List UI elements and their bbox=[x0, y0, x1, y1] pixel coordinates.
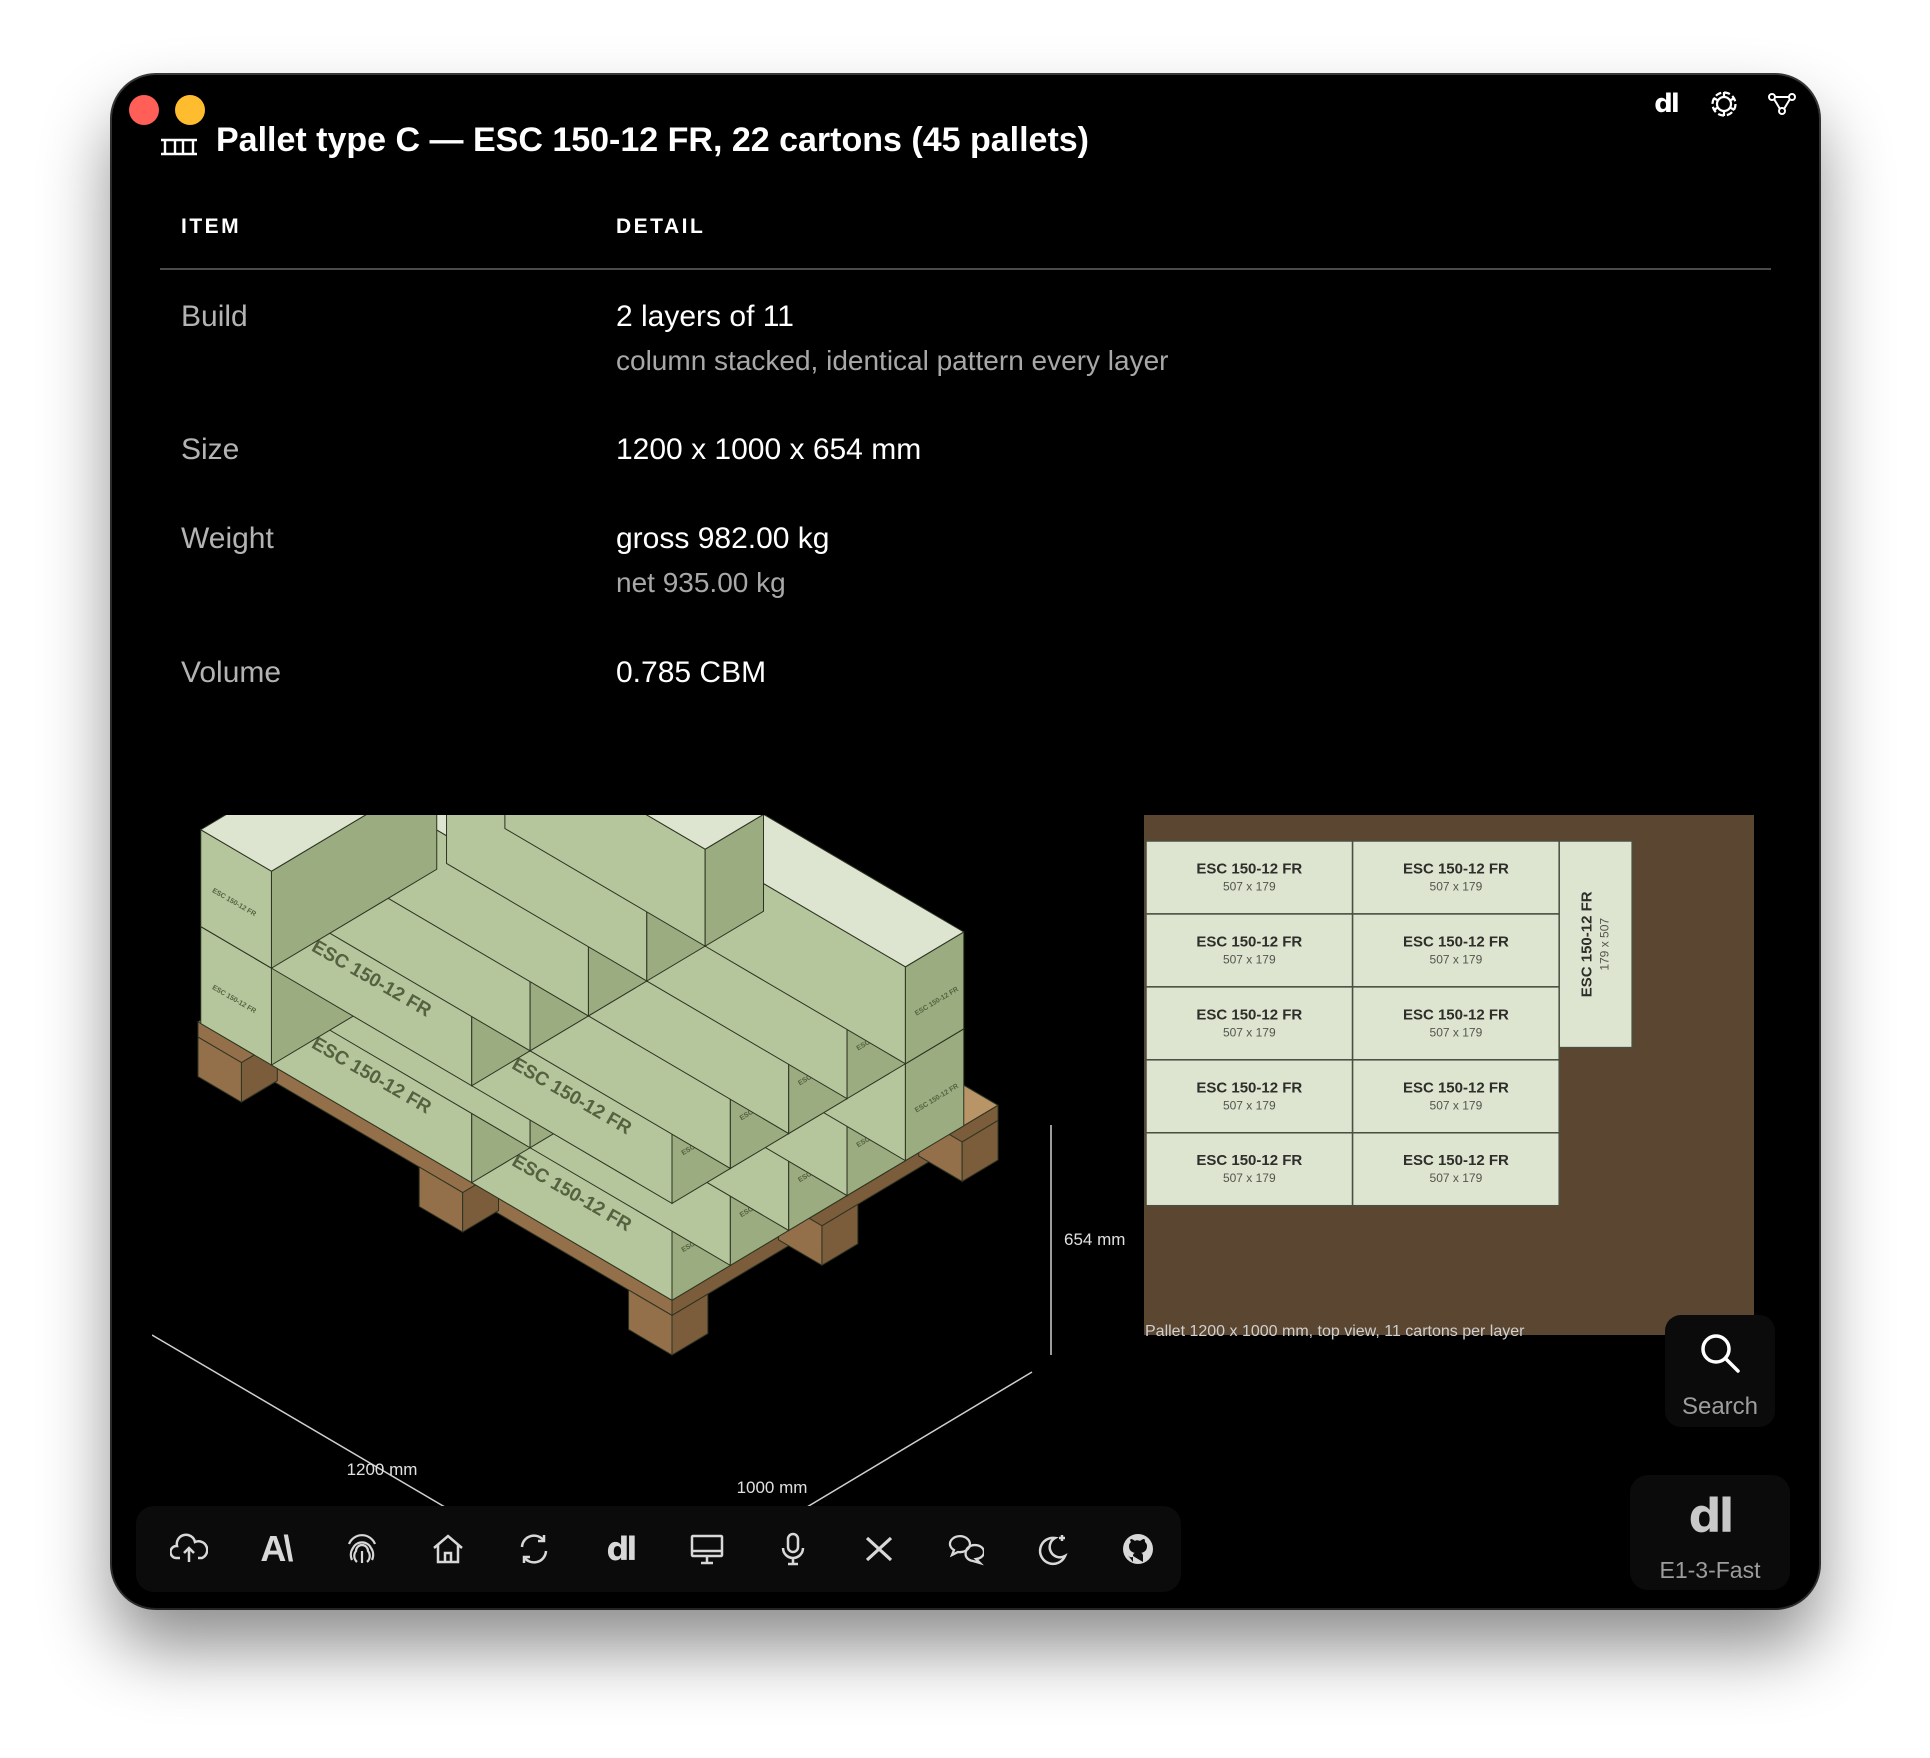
length-label: 1200 mm bbox=[347, 1460, 418, 1479]
openai-icon[interactable] bbox=[1709, 89, 1739, 119]
monitor-icon[interactable] bbox=[664, 1506, 750, 1592]
top-view-carton: ESC 150-12 FR 507 x 179 bbox=[1351, 913, 1560, 988]
row-label: Weight bbox=[181, 522, 274, 555]
title-row: Pallet type C — ESC 150-12 FR, 22 carton… bbox=[160, 120, 1089, 160]
row-label: Build bbox=[181, 300, 248, 333]
anthropic-icon[interactable]: A\ bbox=[232, 1506, 318, 1592]
github-icon[interactable] bbox=[1095, 1506, 1181, 1592]
row-subvalue: column stacked, identical pattern every … bbox=[616, 345, 1169, 376]
row-value: gross 982.00 kg bbox=[616, 522, 830, 555]
carton-label: ESC 150-12 FR bbox=[1403, 1079, 1509, 1096]
top-view-carton: ESC 150-12 FR 507 x 179 bbox=[1145, 840, 1354, 915]
carton-label: ESC 150-12 FR bbox=[1403, 1006, 1509, 1023]
microphone-icon[interactable] bbox=[750, 1506, 836, 1592]
top-view-carton: ESC 150-12 FR 507 x 179 bbox=[1145, 913, 1354, 988]
top-view-carton: ESC 150-12 FR 507 x 179 bbox=[1145, 986, 1354, 1061]
carton-label: ESC 150-12 FR bbox=[1403, 933, 1509, 950]
model-selector[interactable]: dl E1-3-Fast bbox=[1630, 1475, 1790, 1590]
row-value: 0.785 CBM bbox=[616, 656, 767, 689]
isometric-pallet-view: ESC 150-12 FRESC 150-12 FR ESC 150-12 FRE… bbox=[152, 815, 1125, 1545]
row-value: 1200 x 1000 x 654 mm bbox=[616, 433, 922, 466]
model-label: E1-3-Fast bbox=[1659, 1557, 1761, 1583]
carton-dims: 507 x 179 bbox=[1430, 1025, 1483, 1039]
search-button[interactable]: Search bbox=[1665, 1315, 1775, 1427]
row-label: Size bbox=[181, 433, 240, 466]
top-view-carton: ESC 150-12 FR 507 x 179 bbox=[1351, 1132, 1560, 1207]
top-view-carton: ESC 150-12 FR 507 x 179 bbox=[1351, 986, 1560, 1061]
carton-label: ESC 150-12 FR bbox=[1196, 933, 1302, 950]
table-header: ITEM DETAIL bbox=[160, 215, 1771, 270]
width-label: 1000 mm bbox=[737, 1478, 808, 1497]
carton-label: ESC 150-12 FR bbox=[1196, 1079, 1302, 1096]
column-header-item: ITEM bbox=[181, 215, 242, 238]
page-title: Pallet type C — ESC 150-12 FR, 22 carton… bbox=[216, 120, 1089, 159]
search-icon bbox=[1701, 1334, 1740, 1373]
top-view-diagram: ESC 150-12 FR 507 x 179 ESC 150-12 FR 507 x… bbox=[1144, 815, 1754, 1335]
row-subvalue: net 935.00 kg bbox=[616, 567, 786, 598]
carton-label: ESC 150-12 FR bbox=[1403, 1152, 1509, 1169]
carton-dims: 507 x 179 bbox=[1430, 1098, 1483, 1112]
top-view-caption: Pallet 1200 x 1000 mm, top view, 11 cart… bbox=[1145, 1323, 1525, 1340]
carton-dims: 507 x 179 bbox=[1430, 1171, 1483, 1185]
model-logo: dl bbox=[1688, 1489, 1735, 1543]
carton-label: ESC 150-12 FR bbox=[1196, 1152, 1302, 1169]
dl-logo-icon[interactable]: dl bbox=[1651, 89, 1681, 119]
moon-icon[interactable] bbox=[1009, 1506, 1095, 1592]
chat-icon[interactable] bbox=[922, 1506, 1008, 1592]
top-right-toolbar: dl bbox=[1651, 89, 1797, 119]
carton-dims: 507 x 179 bbox=[1223, 1025, 1276, 1039]
carton-dims: 507 x 179 bbox=[1430, 952, 1483, 966]
top-view-cartons: ESC 150-12 FR 507 x 179 ESC 150-12 FR 507 x… bbox=[1145, 840, 1633, 1207]
carton-dims: 179 x 507 bbox=[1598, 918, 1612, 971]
search-label: Search bbox=[1681, 1393, 1759, 1420]
close-window-button[interactable] bbox=[129, 95, 159, 125]
cloud-upload-icon[interactable] bbox=[146, 1506, 232, 1592]
carton-dims: 507 x 179 bbox=[1223, 879, 1276, 893]
top-view-carton: ESC 150-12 FR 507 x 179 bbox=[1351, 840, 1560, 915]
x-icon[interactable] bbox=[836, 1506, 922, 1592]
pallet-icon bbox=[161, 138, 197, 156]
dock-toolbar: A\ dl bbox=[136, 1506, 1181, 1592]
carton-dims: 507 x 179 bbox=[1430, 879, 1483, 893]
network-icon[interactable] bbox=[1767, 89, 1797, 119]
home-icon[interactable] bbox=[405, 1506, 491, 1592]
carton-label: ESC 150-12 FR bbox=[1403, 860, 1509, 877]
row-label: Volume bbox=[181, 656, 282, 689]
carton-dims: 507 x 179 bbox=[1223, 1171, 1276, 1185]
top-view-carton: ESC 150-12 FR 507 x 179 bbox=[1145, 1132, 1354, 1207]
carton-label: ESC 150-12 FR bbox=[1579, 891, 1596, 997]
height-label: 654 mm bbox=[1064, 1230, 1125, 1249]
dl-icon[interactable]: dl bbox=[577, 1506, 663, 1592]
carton-label: ESC 150-12 FR bbox=[1196, 1006, 1302, 1023]
carton-dims: 507 x 179 bbox=[1223, 952, 1276, 966]
app-window: dl Pallet type C — ESC 150-12 FR, 22 car… bbox=[112, 75, 1819, 1608]
column-header-detail: DETAIL bbox=[616, 215, 706, 238]
row-value: 2 layers of 11 bbox=[616, 300, 794, 333]
top-view-carton: ESC 150-12 FR 507 x 179 bbox=[1351, 1059, 1560, 1134]
sync-icon[interactable] bbox=[491, 1506, 577, 1592]
carton-dims: 507 x 179 bbox=[1223, 1098, 1276, 1112]
carton-label: ESC 150-12 FR bbox=[1196, 860, 1302, 877]
top-view-carton-rotated: ESC 150-12 FR 179 x 507 bbox=[1558, 840, 1633, 1049]
top-view-carton: ESC 150-12 FR 507 x 179 bbox=[1145, 1059, 1354, 1134]
fingerprint-icon[interactable] bbox=[319, 1506, 405, 1592]
